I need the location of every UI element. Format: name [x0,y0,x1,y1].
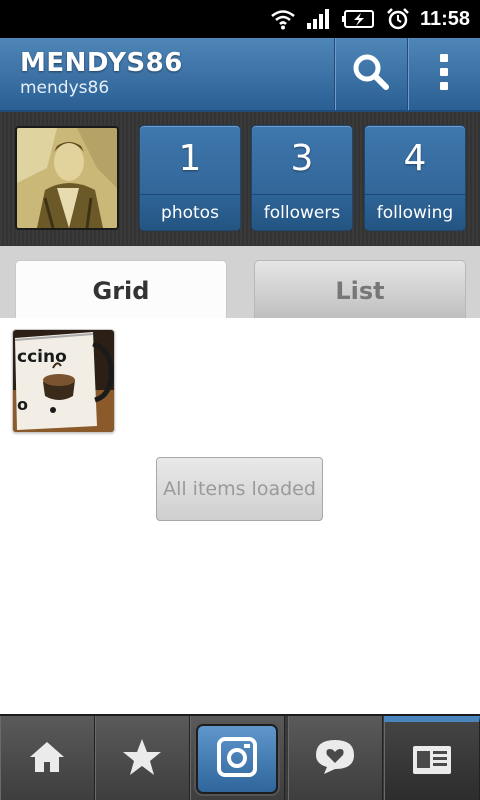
profile-card-icon [412,745,452,780]
photo-grid: ccino o All items loaded [0,318,480,714]
tab-list[interactable]: List [254,260,466,318]
view-tabs: Grid List [0,246,480,318]
followers-label: followers [252,194,352,230]
status-bar: 11:58 [0,0,480,38]
battery-charging-icon [341,8,376,30]
nav-camera[interactable] [190,716,285,800]
search-button[interactable] [334,38,406,110]
profile-stats: 1 photos 3 followers 4 following [0,112,480,246]
search-icon [351,52,391,97]
page-title: MENDYS86 [20,48,183,78]
camera-icon [217,736,257,782]
nav-news[interactable] [288,716,383,800]
svg-text:o: o [17,395,28,414]
page-subtitle: mendys86 [20,78,110,98]
nav-popular[interactable] [95,716,190,800]
stat-following[interactable]: 4 following [364,125,466,231]
camera-button[interactable] [196,724,278,794]
status-time: 11:58 [419,7,470,30]
followers-count: 3 [290,138,314,179]
wifi-icon [270,8,296,30]
profile-header: MENDYS86 mendys86 [0,38,480,112]
overflow-menu-icon [437,52,451,97]
following-label: following [365,194,465,230]
overflow-menu-button[interactable] [407,38,479,110]
stat-photos[interactable]: 1 photos [139,125,241,231]
following-count: 4 [403,138,427,179]
nav-home[interactable] [0,716,95,800]
alarm-icon [386,7,410,31]
avatar[interactable] [15,126,119,230]
home-icon [28,740,66,779]
all-items-loaded-button[interactable]: All items loaded [156,457,323,521]
photo-thumbnail[interactable]: ccino o [12,329,115,433]
speech-heart-icon [314,738,356,781]
photos-label: photos [140,194,240,230]
signal-icon [306,8,332,30]
star-icon [122,738,162,781]
stat-followers[interactable]: 3 followers [251,125,353,231]
bottom-nav [0,714,480,800]
nav-profile[interactable] [384,716,480,800]
photos-count: 1 [178,138,202,179]
tab-grid[interactable]: Grid [15,260,227,318]
